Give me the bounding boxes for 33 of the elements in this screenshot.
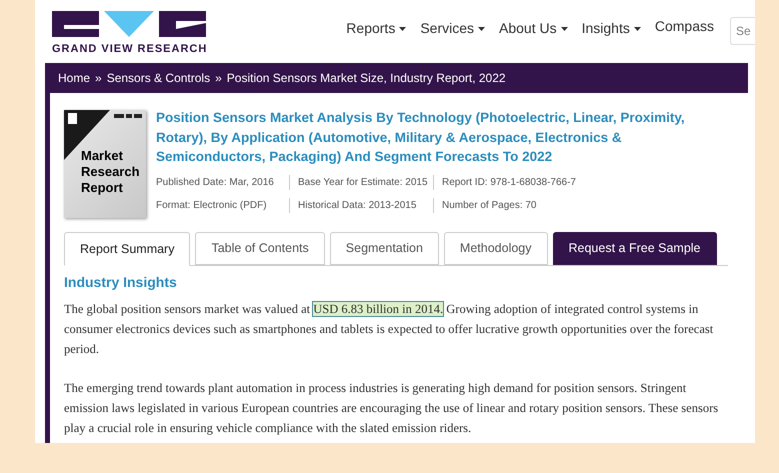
breadcrumb-separator: » <box>95 70 102 87</box>
nav-link[interactable]: Compass <box>654 16 714 37</box>
caret-icon <box>634 26 641 30</box>
report-meta: Historical Data: 2013-2015 <box>289 198 433 212</box>
report-title: Position Sensors Market Analysis By Technology (Photoelectric, Linear, Proximity, Rotary), By Application (Automotive, Military & Aerospace, Electronics & Semiconductors, Packaging) And Segment Forecasts To 2022 <box>156 109 686 166</box>
breadcrumb-link[interactable]: Sensors & Controls <box>106 69 210 87</box>
report-meta: Format: Electronic (PDF) <box>156 198 268 212</box>
breadcrumb-link[interactable]: Home <box>58 69 90 87</box>
nav-link[interactable]: Services <box>420 18 486 39</box>
cover-text: Market Research Report <box>81 148 141 196</box>
nav-link[interactable]: Insights <box>582 18 641 39</box>
logo-icon[interactable] <box>52 11 206 39</box>
caret-icon <box>560 26 568 30</box>
caret-icon <box>399 26 406 30</box>
logo-wordmark: GRAND VIEW RESEARCH <box>52 44 208 55</box>
report-meta: Published Date: Mar, 2016 <box>156 176 275 190</box>
paragraph: The emerging trend towards plant automation in process industries is generating high demand for position sensors. Stringent emission laws legislated in various European countries are encouraging the use of linear and rotary position sensors. These sensors play a crucial role in ensuring vehicle compliance with the slated emission riders. <box>64 380 720 437</box>
search-field[interactable]: Se <box>730 17 755 45</box>
section-heading: Industry Insights <box>64 273 178 292</box>
breadcrumb-separator: » <box>215 70 222 87</box>
tab[interactable]: Methodology <box>444 232 548 265</box>
paragraph: The global position sensors market was valued at USD 6.83 billion in 2014. Growing adoption of integrated control systems in consumer electronics devices such as smartphones and tablets is expected to offer lucrative growth opportunities over the forecast period. <box>64 301 714 358</box>
report-meta: Report ID: 978-1-68038-766-7 <box>433 174 593 190</box>
request-sample-button[interactable]: Request a Free Sample <box>552 232 717 265</box>
caret-icon <box>478 26 486 30</box>
tab[interactable]: Segmentation <box>330 232 439 265</box>
tab[interactable]: Table of Contents <box>195 232 325 265</box>
report-meta: Base Year for Estimate: 2015 <box>289 174 433 190</box>
report-meta: Number of Pages: 70 <box>433 198 593 212</box>
nav-link[interactable]: About Us <box>499 18 568 39</box>
tab[interactable]: Report Summary <box>64 232 190 266</box>
nav-link[interactable]: Reports <box>346 18 406 39</box>
breadcrumb-link[interactable]: Position Sensors Market Size, Industry Report, 2022 <box>226 69 506 87</box>
